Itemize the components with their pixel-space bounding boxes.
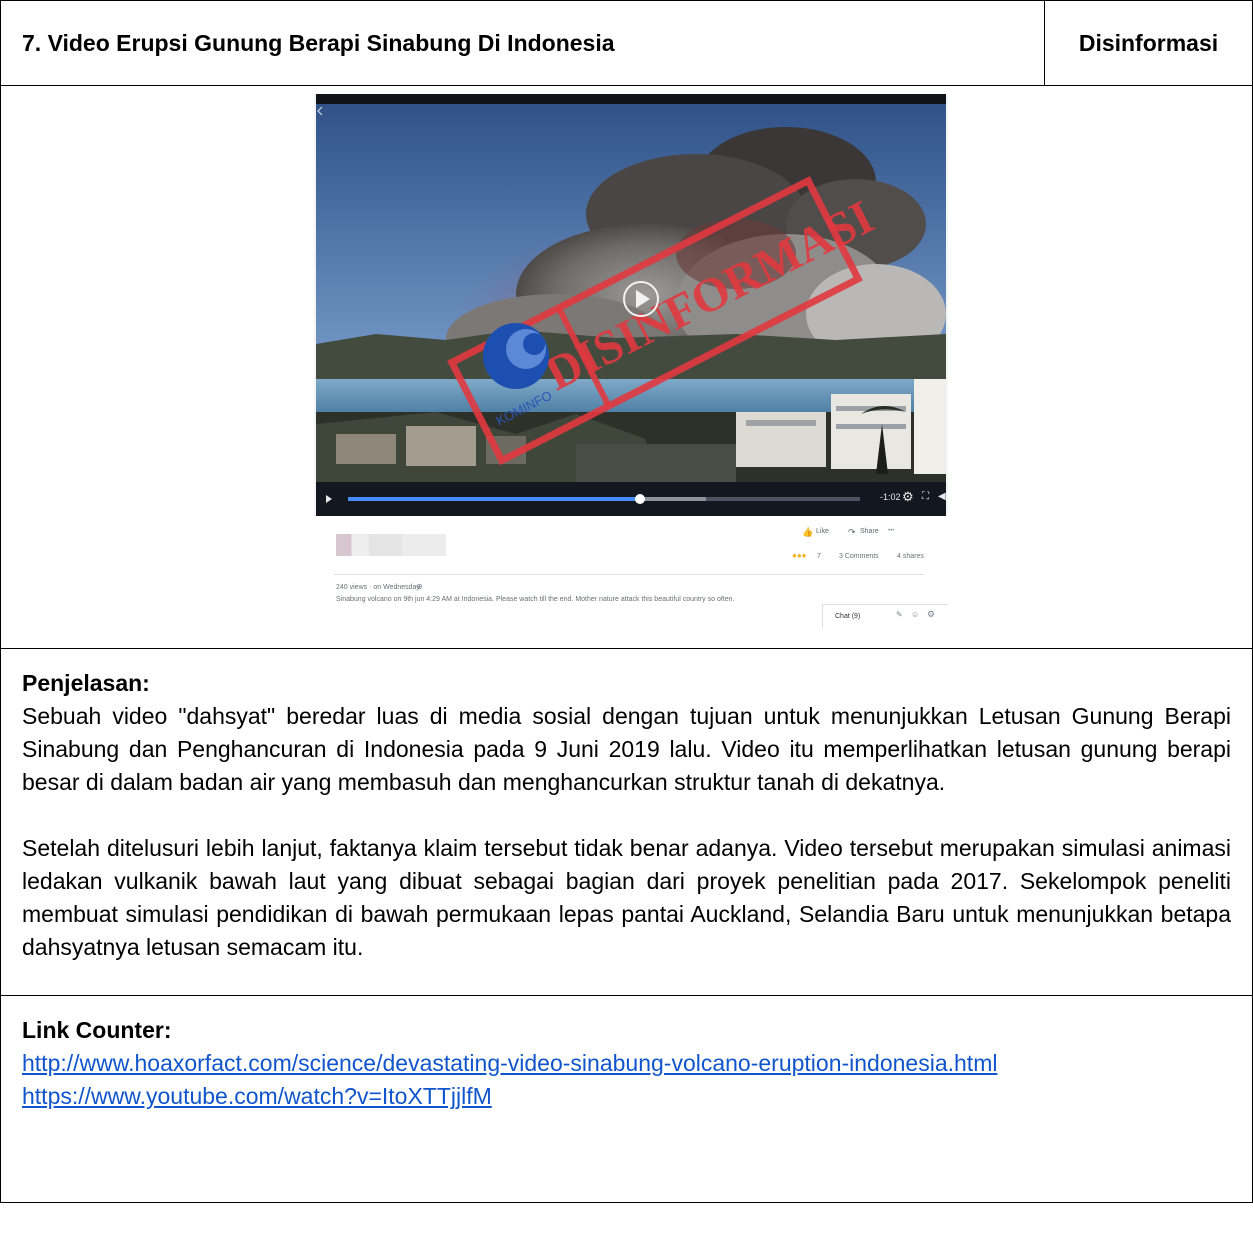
card-table: 7. Video Erupsi Gunung Berapi Sinabung D… <box>0 0 1253 1203</box>
seek-bar[interactable] <box>348 494 860 504</box>
explanation-row: Penjelasan: Sebuah video "dahsyat" bered… <box>0 648 1253 996</box>
like-label[interactable]: Like <box>816 528 829 535</box>
blurred-author-name <box>336 534 446 556</box>
card-title: 7. Video Erupsi Gunung Berapi Sinabung D… <box>0 0 1045 86</box>
verdict-tag: Disinformasi <box>1044 0 1253 86</box>
progress-fill <box>348 497 640 501</box>
divider <box>334 574 924 575</box>
share-icon[interactable]: ↷ <box>848 527 856 538</box>
share-label[interactable]: Share <box>860 528 879 535</box>
facebook-video-screenshot: DISINFORMASI KOMINFO -1:02 ⚙ ⛶ ◀ 👍 Like … <box>314 94 948 628</box>
counter-link-2[interactable]: https://www.youtube.com/watch?v=ItoXTTjj… <box>22 1080 1231 1113</box>
counter-link-1[interactable]: http://www.hoaxorfact.com/science/devast… <box>22 1047 1231 1080</box>
chat-bar[interactable]: Chat (9) ✎ ☺ ⚙ <box>822 604 948 628</box>
compose-icon[interactable]: ✎ <box>896 610 903 619</box>
player-controls: -1:02 ⚙ ⛶ ◀ <box>316 482 946 516</box>
comments-count[interactable]: 3 Comments <box>839 553 879 560</box>
links-row: Link Counter: http://www.hoaxorfact.com/… <box>0 995 1253 1203</box>
fact-check-card: 7. Video Erupsi Gunung Berapi Sinabung D… <box>0 0 1253 1203</box>
video-still: DISINFORMASI KOMINFO <box>316 94 946 516</box>
image-row: DISINFORMASI KOMINFO -1:02 ⚙ ⛶ ◀ 👍 Like … <box>0 85 1253 649</box>
time-remaining: -1:02 <box>880 492 901 502</box>
seek-handle[interactable] <box>634 494 645 504</box>
group-icon[interactable]: ☺ <box>911 610 919 619</box>
explanation-paragraph-2: Setelah ditelusuri lebih lanjut, faktany… <box>22 835 1231 960</box>
post-caption: Sinabung volcano on 9th jun 4:29 AM at I… <box>336 596 735 603</box>
reaction-count: 7 <box>817 553 821 560</box>
play-button-icon[interactable] <box>326 495 332 503</box>
volume-icon[interactable]: ◀ <box>938 491 946 502</box>
like-icon[interactable]: 👍 <box>802 527 813 538</box>
shares-count[interactable]: 4 shares <box>897 553 924 560</box>
links-label: Link Counter: <box>22 1017 172 1043</box>
chat-gear-icon[interactable]: ⚙ <box>927 609 935 620</box>
post-footer: 👍 Like ↷ Share ••• ●●● 7 3 Comments 4 sh… <box>314 516 948 628</box>
more-options-icon[interactable]: ••• <box>888 528 894 534</box>
globe-icon: ⊕ <box>416 582 423 591</box>
explanation-label: Penjelasan: <box>22 670 150 696</box>
reactions-icon: ●●● <box>792 551 807 560</box>
image-cell: DISINFORMASI KOMINFO -1:02 ⚙ ⛶ ◀ 👍 Like … <box>0 85 1253 649</box>
fullscreen-icon[interactable]: ⛶ <box>922 491 929 502</box>
gear-icon[interactable]: ⚙ <box>902 489 914 505</box>
explanation-cell: Penjelasan: Sebuah video "dahsyat" bered… <box>0 648 1253 996</box>
links-cell: Link Counter: http://www.hoaxorfact.com/… <box>0 995 1253 1203</box>
explanation-paragraph-1: Sebuah video "dahsyat" beredar luas di m… <box>22 703 1231 795</box>
post-meta: 240 views · on Wednesday <box>336 584 420 591</box>
video-frame[interactable]: DISINFORMASI KOMINFO -1:02 ⚙ ⛶ ◀ <box>316 94 946 516</box>
header-row: 7. Video Erupsi Gunung Berapi Sinabung D… <box>0 0 1253 86</box>
chat-label: Chat (9) <box>835 613 861 620</box>
